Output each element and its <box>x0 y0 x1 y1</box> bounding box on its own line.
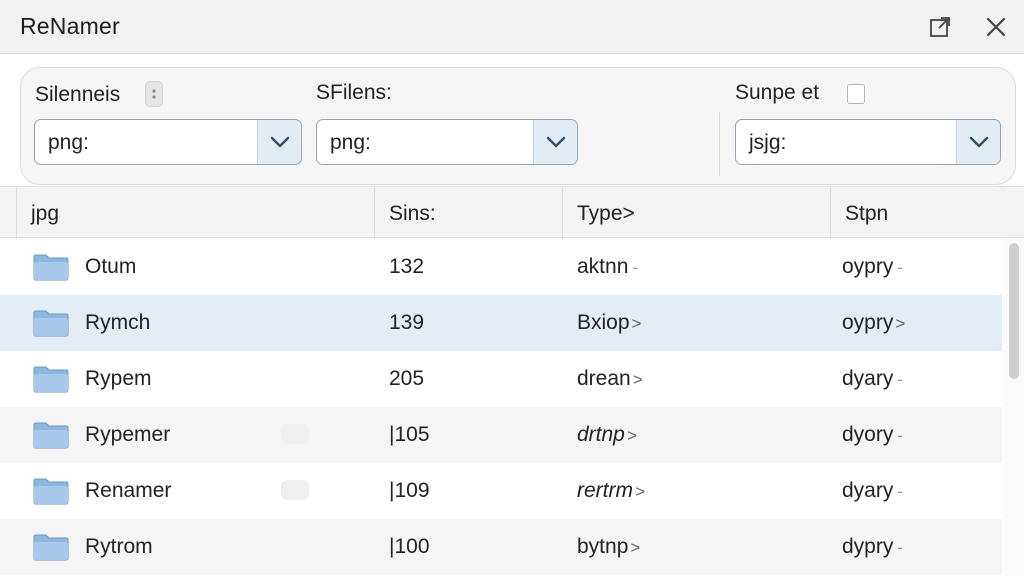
column-header-stpn[interactable]: Stpn <box>830 187 1024 239</box>
folder-icon <box>33 477 69 505</box>
table-row[interactable]: Rypem 205 drean > dyary - <box>0 351 1002 407</box>
filter-select-3-arrow[interactable] <box>956 120 1000 164</box>
row-type-cell: Bxiop > <box>577 311 641 335</box>
row-stpn-cell: dyary - <box>842 367 903 391</box>
row-stpn-marker: - <box>897 538 904 557</box>
row-stpn: oypry <box>842 255 894 278</box>
filter-checkbox[interactable] <box>847 84 865 104</box>
row-stpn-marker: > <box>895 314 906 333</box>
row-size: |109 <box>389 479 430 502</box>
maximize-button[interactable] <box>926 13 954 41</box>
row-stpn-marker: - <box>897 482 904 501</box>
filter-select-1[interactable]: png: <box>34 119 302 165</box>
filter-select-3-value: jsjg: <box>749 131 787 154</box>
filter-select-2-arrow[interactable] <box>533 120 577 164</box>
title-bar: ReNamer <box>0 0 1024 54</box>
row-stpn-marker: - <box>897 426 904 445</box>
row-type-cell: bytnp > <box>577 535 640 559</box>
row-type-cell: aktnn - <box>577 255 638 279</box>
chevron-down-icon <box>270 136 290 148</box>
column-header-name[interactable]: jpg <box>16 187 374 239</box>
row-type: aktnn <box>577 255 629 278</box>
row-type: Bxiop <box>577 311 630 334</box>
row-size: 132 <box>389 255 425 278</box>
row-stpn-cell: dyary - <box>842 479 903 503</box>
close-button[interactable] <box>982 13 1010 41</box>
filter-select-1-value: png: <box>48 131 89 154</box>
row-name: Rypemer <box>85 423 171 446</box>
table-row[interactable]: Rypemer |105 drtnp > dyory - <box>0 407 1002 463</box>
filter-select-2[interactable]: png: <box>316 119 578 165</box>
row-stpn-cell: dypry - <box>842 535 903 559</box>
filter-select-2-value: png: <box>330 131 371 154</box>
row-size: |100 <box>389 535 430 558</box>
filter-divider <box>719 112 720 176</box>
folder-icon <box>33 253 69 281</box>
row-type-marker: > <box>632 370 643 389</box>
filter-panel: Silenneis SFilens: Sunpe еt png: png: js… <box>20 67 1016 185</box>
row-stpn-cell: oypry > <box>842 311 905 335</box>
row-stpn: dyory <box>842 423 894 446</box>
row-stpn-cell: dyory - <box>842 423 903 447</box>
row-type-cell: drtnp > <box>577 423 637 447</box>
filter-stepper[interactable] <box>145 81 163 107</box>
row-name: Renamer <box>85 479 172 502</box>
table-row[interactable]: Renamer |109 rertrm > dyary - <box>0 463 1002 519</box>
vertical-scrollbar[interactable] <box>1004 239 1024 576</box>
row-stpn: dyary <box>842 479 894 502</box>
folder-icon <box>33 365 69 393</box>
table-row[interactable]: Otum 132 aktnn - oypry - <box>0 239 1002 295</box>
filter-select-1-arrow[interactable] <box>257 120 301 164</box>
row-tag <box>281 424 309 444</box>
maximize-icon <box>930 17 950 37</box>
window-title: ReNamer <box>20 13 120 39</box>
column-header-type[interactable]: Type> <box>562 187 830 239</box>
row-type-cell: drean > <box>577 367 643 391</box>
row-stpn: dyary <box>842 367 894 390</box>
row-stpn: dypry <box>842 535 894 558</box>
table-row[interactable]: Rytrom |100 bytnp > dypry - <box>0 519 1002 575</box>
folder-icon <box>33 533 69 561</box>
folder-icon <box>33 309 69 337</box>
chevron-down-icon <box>969 136 989 148</box>
filter-select-3[interactable]: jsjg: <box>735 119 1001 165</box>
table-header: jpg Sins: Type> Stpn <box>0 186 1024 239</box>
column-header-size[interactable]: Sins: <box>374 187 562 239</box>
row-type-marker: > <box>630 538 641 557</box>
row-stpn: oypry <box>842 311 894 334</box>
row-type-marker: > <box>626 426 637 445</box>
stepper-icon <box>152 89 156 99</box>
row-size: 139 <box>389 311 425 334</box>
row-stpn-cell: oypry - <box>842 255 903 279</box>
row-type: drean <box>577 367 631 390</box>
row-name: Rymch <box>85 311 151 334</box>
table-row[interactable]: Rymch 139 Bxiop > oypry > <box>0 295 1002 351</box>
row-name: Rypem <box>85 367 152 390</box>
filter-label-2: SFilens: <box>316 81 392 104</box>
chevron-down-icon <box>546 136 566 148</box>
row-type: rertrm <box>577 479 633 502</box>
row-name: Rytrom <box>85 535 153 558</box>
row-size: 205 <box>389 367 425 390</box>
row-type-marker: - <box>632 258 639 277</box>
row-stpn-marker: - <box>897 370 904 389</box>
row-name: Otum <box>85 255 137 278</box>
filter-label-3: Sunpe еt <box>735 81 820 104</box>
row-type: bytnp <box>577 535 629 558</box>
scrollbar-thumb[interactable] <box>1009 243 1019 379</box>
row-size: |105 <box>389 423 430 446</box>
row-tag <box>281 480 309 500</box>
close-icon <box>986 17 1006 37</box>
row-type-marker: > <box>635 482 645 501</box>
filter-label-1: Silenneis <box>35 83 121 106</box>
row-stpn-marker: - <box>897 258 904 277</box>
row-type: drtnp <box>577 423 625 446</box>
row-type-marker: > <box>631 314 642 333</box>
row-type-cell: rertrm > <box>577 479 645 503</box>
folder-icon <box>33 421 69 449</box>
file-list: Otum 132 aktnn - oypry - Rymch 139 Bxiop > … <box>0 239 1002 576</box>
